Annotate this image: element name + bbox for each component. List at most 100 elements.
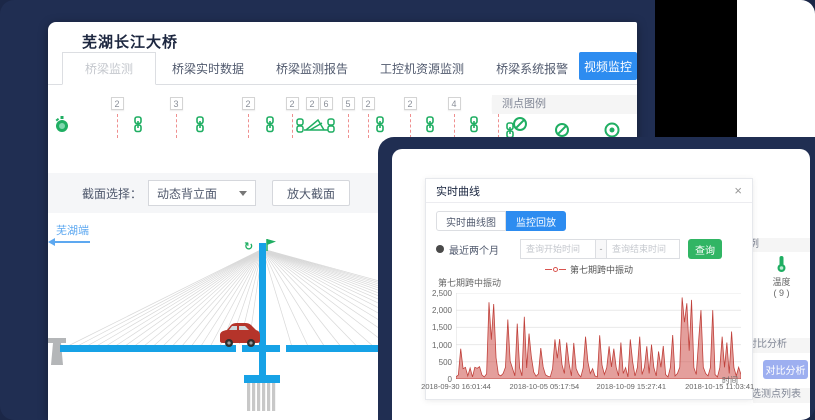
dashed-line bbox=[348, 114, 349, 138]
query-start-time-input[interactable] bbox=[520, 239, 596, 259]
sensor-count-badge: 2 bbox=[306, 97, 319, 110]
dashed-line bbox=[410, 114, 411, 138]
y-tick-label: 500 bbox=[439, 358, 452, 367]
dashed-line bbox=[248, 114, 249, 138]
legend-marker-circle bbox=[553, 267, 558, 272]
dashed-line bbox=[292, 114, 293, 138]
sensor-group: 2 bbox=[402, 94, 418, 138]
sensor-count-badge: 2 bbox=[404, 97, 417, 110]
link-icon[interactable] bbox=[422, 116, 438, 138]
temperature-count: ( 9 ) bbox=[753, 288, 810, 298]
x-tick-label: 2018-10-09 15:27:41 bbox=[596, 382, 666, 391]
flag-sensor-icon[interactable] bbox=[267, 239, 276, 251]
section-select-dropdown[interactable]: 动态背立面 bbox=[148, 180, 256, 206]
sensor-group: 3 bbox=[168, 94, 184, 138]
bridge-pylon bbox=[259, 243, 266, 375]
query-controls: 最近两个月 - 查询 bbox=[436, 239, 722, 259]
link-icon[interactable] bbox=[372, 116, 388, 138]
tab-realtime-data[interactable]: 桥梁实时数据 bbox=[156, 53, 260, 84]
vibration-chart bbox=[456, 293, 741, 379]
section-select-label: 截面选择： bbox=[82, 185, 142, 202]
legend-marker bbox=[545, 269, 552, 270]
right-panel-sliver: 测点图例 温度 ( 9 ) 对比分析 对比分析 已选测点列表 bbox=[753, 149, 810, 420]
rotate-sensor-icon[interactable]: ↻ bbox=[244, 241, 253, 253]
y-tick-label: 2,500 bbox=[432, 289, 452, 298]
sensor-group: 6 bbox=[318, 94, 334, 112]
x-axis-name: 时间 bbox=[722, 375, 738, 386]
vibration-plot bbox=[456, 293, 741, 379]
realtime-curve-dialog: 实时曲线 × 实时曲线图 监控回放 最近两个月 - 查询 bbox=[425, 178, 753, 400]
sensor-count-badge: 6 bbox=[320, 97, 333, 110]
modal-backdrop-card: 测点图例 温度 ( 9 ) 对比分析 对比分析 已选测点列表 实时曲线 × bbox=[378, 137, 815, 420]
dialog-header: 实时曲线 × bbox=[426, 179, 752, 203]
link-icon[interactable] bbox=[262, 116, 278, 138]
sensor-count-badge: 5 bbox=[342, 97, 355, 110]
tab-monitor-playback[interactable]: 监控回放 bbox=[506, 211, 566, 231]
black-region bbox=[655, 0, 737, 137]
enlarge-section-button[interactable]: 放大截面 bbox=[272, 180, 350, 206]
dialog-title: 实时曲线 bbox=[436, 183, 480, 199]
section-select-value: 动态背立面 bbox=[157, 185, 217, 202]
temperature-point[interactable]: 温度 ( 9 ) bbox=[753, 255, 810, 298]
dashed-line bbox=[176, 114, 177, 138]
y-axis-ticks: 2,5002,0001,5001,0005000 bbox=[426, 293, 452, 379]
recent-two-months-label: 最近两个月 bbox=[449, 242, 499, 257]
x-tick-label: 2018-10-05 05:17:54 bbox=[510, 382, 580, 391]
range-separator: - bbox=[596, 239, 606, 259]
y-tick-label: 1,500 bbox=[432, 323, 452, 332]
sensor-group: 5 bbox=[340, 94, 356, 138]
compare-analysis-button[interactable]: 对比分析 bbox=[763, 360, 808, 379]
tab-ipc-resource[interactable]: 工控机资源监测 bbox=[364, 53, 480, 84]
dashed-line bbox=[368, 114, 369, 138]
piles bbox=[247, 383, 275, 411]
link-icon[interactable] bbox=[192, 116, 208, 138]
midspan-composite-icon[interactable] bbox=[294, 116, 338, 139]
sensor-group: 2 bbox=[240, 94, 256, 138]
sensor-count-badge: 2 bbox=[242, 97, 255, 110]
legend-panel-header: 测点图例 bbox=[492, 95, 637, 114]
gauge-icon[interactable] bbox=[54, 116, 70, 139]
compare-section-header: 对比分析 bbox=[753, 338, 810, 353]
bridge-end-label: 芜湖端 bbox=[56, 222, 89, 238]
tab-system-alarm[interactable]: 桥梁系统报警 bbox=[480, 53, 584, 84]
video-monitor-button[interactable]: 视频监控 bbox=[579, 52, 637, 80]
selected-points-header: 已选测点列表 bbox=[753, 388, 810, 403]
curve-window: 测点图例 温度 ( 9 ) 对比分析 对比分析 已选测点列表 实时曲线 × bbox=[392, 149, 810, 420]
link-icon[interactable] bbox=[130, 116, 146, 138]
tab-realtime-curve[interactable]: 实时曲线图 bbox=[436, 211, 506, 231]
y-tick-label: 1,000 bbox=[432, 341, 452, 350]
x-axis-labels: 2018-09-30 16:01:442018-10-05 05:17:5420… bbox=[456, 382, 741, 392]
sensor-group: 4 bbox=[446, 94, 462, 138]
dialog-tabbar: 实时曲线图 监控回放 bbox=[436, 211, 566, 231]
legend-marker bbox=[559, 269, 566, 270]
x-tick-label: 2018-10-15 11:03:41 bbox=[685, 382, 754, 391]
sensor-group: 2 bbox=[109, 94, 125, 138]
link-icon[interactable] bbox=[466, 116, 482, 138]
sensor-count-badge: 2 bbox=[362, 97, 375, 110]
dashed-line bbox=[498, 114, 499, 138]
legend-panel-header: 测点图例 bbox=[753, 238, 810, 252]
recent-two-months-radio[interactable] bbox=[436, 245, 444, 253]
legend-series-name: 第七期跨中振动 bbox=[570, 263, 633, 276]
close-icon[interactable]: × bbox=[734, 184, 742, 197]
y-tick-label: 2,000 bbox=[432, 306, 452, 315]
chart-y-axis-title: 第七期跨中振动 bbox=[438, 276, 501, 289]
chart-legend[interactable]: 第七期跨中振动 bbox=[426, 263, 752, 276]
thermometer-icon bbox=[776, 255, 787, 273]
sensor-count-badge: 2 bbox=[286, 97, 299, 110]
query-end-time-input[interactable] bbox=[606, 239, 680, 259]
sensor-count-badge: 3 bbox=[170, 97, 183, 110]
background-window-corner bbox=[737, 0, 815, 137]
tab-bridge-monitor[interactable]: 桥梁监测 bbox=[62, 52, 156, 85]
main-tabbar: 桥梁监测 桥梁实时数据 桥梁监测报告 工控机资源监测 桥梁系统报警 bbox=[48, 57, 637, 85]
tab-monitor-report[interactable]: 桥梁监测报告 bbox=[260, 53, 364, 84]
screen: 芜湖长江大桥 桥梁监测 桥梁实时数据 桥梁监测报告 工控机资源监测 桥梁系统报警… bbox=[0, 0, 815, 420]
pier bbox=[48, 338, 66, 343]
query-button[interactable]: 查询 bbox=[688, 239, 722, 259]
sensor-count-badge: 2 bbox=[111, 97, 124, 110]
dashed-line bbox=[454, 114, 455, 138]
chevron-down-icon bbox=[239, 191, 247, 196]
dashed-line bbox=[117, 114, 118, 138]
page-title: 芜湖长江大桥 bbox=[82, 31, 178, 52]
temperature-label: 温度 bbox=[753, 275, 810, 288]
